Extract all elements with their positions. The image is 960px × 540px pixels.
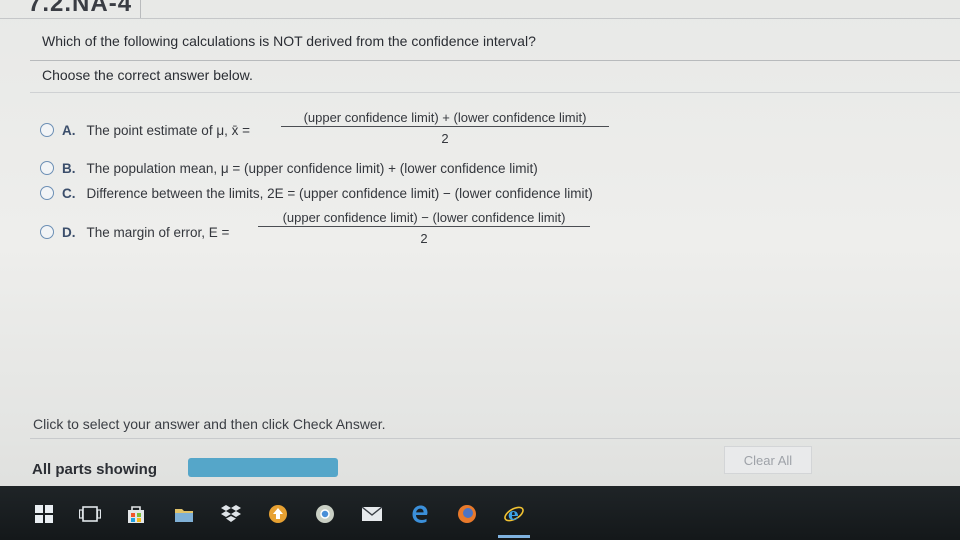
option-c[interactable]: C. Difference between the limits, 2E = (… — [40, 183, 593, 203]
option-letter: A. — [62, 122, 76, 138]
option-letter: D. — [62, 224, 76, 240]
chrome-icon[interactable] — [313, 502, 337, 526]
upload-icon[interactable] — [266, 502, 290, 526]
firefox-icon[interactable] — [455, 502, 479, 526]
fraction-denominator: 2 — [420, 231, 428, 246]
page: 7.2.NA-4 Which of the following calculat… — [0, 0, 960, 540]
question-text: Which of the following calculations is N… — [42, 33, 536, 49]
fraction-numerator: (upper confidence limit) + (lower confid… — [303, 110, 587, 125]
fraction-a: (upper confidence limit) + (lower confid… — [281, 110, 609, 146]
svg-text:e: e — [508, 505, 519, 525]
option-a[interactable]: A. The point estimate of μ, x̄ = — [40, 120, 250, 140]
radio-button-c[interactable] — [40, 186, 54, 200]
instruction-text: Choose the correct answer below. — [42, 67, 253, 83]
store-icon[interactable] — [124, 502, 148, 526]
edge-icon[interactable] — [408, 502, 432, 526]
divider — [30, 438, 960, 439]
windows-start-icon[interactable] — [32, 502, 56, 526]
fraction-d: (upper confidence limit) − (lower confid… — [258, 210, 590, 246]
top-tab-strip: 7.2.NA-4 — [0, 0, 141, 18]
divider — [0, 18, 960, 19]
option-text: Difference between the limits, 2E = (upp… — [86, 185, 593, 201]
option-text: The point estimate of μ, x̄ = — [86, 122, 250, 138]
divider — [30, 92, 960, 93]
clear-all-button[interactable]: Clear All — [724, 446, 812, 474]
parts-status-label: All parts showing — [32, 461, 158, 478]
option-text: The population mean, μ = (upper confiden… — [86, 160, 538, 176]
progress-fill — [188, 458, 338, 477]
footer-message: Click to select your answer and then cli… — [33, 416, 386, 432]
taskbar: e — [0, 486, 960, 540]
progress-bar — [188, 458, 338, 477]
option-text: The margin of error, E = — [86, 224, 230, 240]
task-view-icon[interactable] — [78, 502, 102, 526]
fraction-numerator: (upper confidence limit) − (lower confid… — [282, 210, 566, 225]
option-letter: B. — [62, 160, 76, 176]
radio-button-d[interactable] — [40, 225, 54, 239]
section-tab: 7.2.NA-4 — [28, 0, 133, 17]
mail-icon[interactable] — [360, 502, 384, 526]
option-letter: C. — [62, 185, 76, 201]
internet-explorer-icon[interactable]: e — [498, 502, 530, 538]
fraction-denominator: 2 — [441, 131, 449, 146]
file-explorer-icon[interactable] — [172, 502, 196, 526]
divider — [30, 60, 960, 61]
dropbox-icon[interactable] — [219, 502, 243, 526]
radio-button-b[interactable] — [40, 161, 54, 175]
option-b[interactable]: B. The population mean, μ = (upper confi… — [40, 158, 538, 178]
option-d[interactable]: D. The margin of error, E = — [40, 222, 229, 242]
radio-button-a[interactable] — [40, 123, 54, 137]
